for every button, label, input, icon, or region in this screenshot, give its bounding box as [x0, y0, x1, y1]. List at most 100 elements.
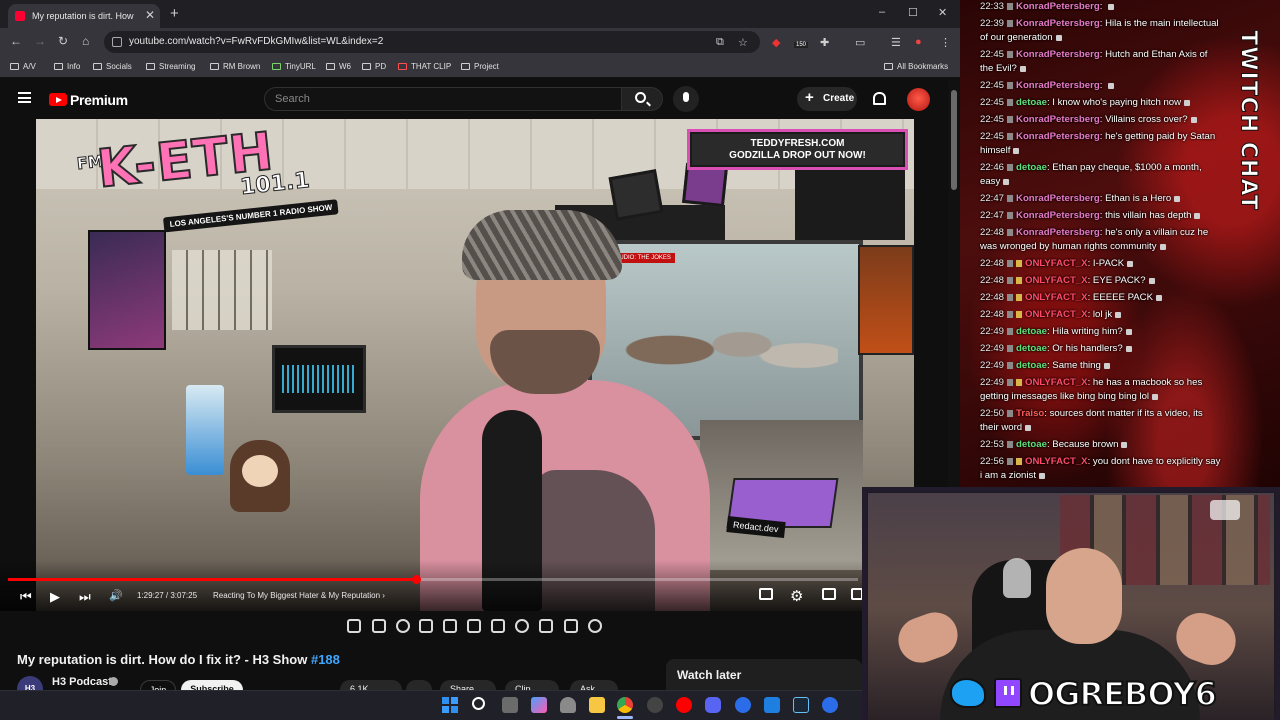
steam-icon[interactable]	[793, 697, 809, 713]
captions-icon[interactable]	[759, 588, 773, 600]
taskbar-search-icon[interactable]	[472, 697, 485, 710]
address-bar[interactable]: youtube.com/watch?v=FwRvFDkGMIw&list=WL&…	[104, 31, 760, 53]
chat-username[interactable]: KonradPetersberg	[1016, 80, 1100, 91]
bookmark-that-clip[interactable]: THAT CLIP	[398, 62, 451, 71]
windows-start-icon[interactable]	[442, 697, 458, 713]
chrome-icon[interactable]	[617, 697, 633, 713]
new-tab-button[interactable]: +	[170, 5, 179, 22]
chat-username[interactable]: ONLYFACT_X	[1025, 292, 1088, 303]
app-icon[interactable]	[560, 697, 576, 713]
play-icon[interactable]: ▶	[50, 589, 60, 605]
maximize-button[interactable]: ☐	[908, 6, 918, 19]
chat-username[interactable]: detoae	[1016, 360, 1047, 371]
all-bookmarks[interactable]: All Bookmarks	[884, 62, 948, 71]
media-controls-icon[interactable]: ☰	[891, 36, 901, 49]
chat-username[interactable]: KonradPetersberg	[1016, 210, 1100, 221]
obs-icon[interactable]	[647, 697, 663, 713]
bookmark-folder-socials[interactable]: Socials	[93, 62, 132, 71]
chapter-title[interactable]: Reacting To My Biggest Hater & My Reputa…	[213, 591, 385, 600]
reload-button[interactable]: ↻	[58, 34, 68, 48]
channel-name[interactable]: H3 Podcast	[52, 676, 112, 688]
screenshot-icon[interactable]	[419, 619, 433, 633]
youtube-app-icon[interactable]	[676, 697, 692, 713]
chat-username[interactable]: KonradPetersberg	[1016, 227, 1100, 238]
copilot-icon[interactable]	[531, 697, 547, 713]
extensions-puzzle-icon[interactable]: ✚	[820, 36, 829, 49]
bookmark-folder-project[interactable]: Project	[461, 62, 499, 71]
cast-icon[interactable]: ⧉	[716, 36, 724, 49]
app-icon[interactable]	[764, 697, 780, 713]
forward-button[interactable]: →	[34, 34, 46, 48]
previous-icon[interactable]: ⏮	[20, 589, 32, 605]
youtube-premium-label[interactable]: Premium	[70, 92, 128, 108]
scrollbar-thumb[interactable]	[951, 90, 957, 190]
chat-username[interactable]: KonradPetersberg	[1016, 18, 1100, 29]
bookmark-folder-av[interactable]: A/V	[10, 62, 36, 71]
camera-icon[interactable]	[564, 619, 578, 633]
chat-username[interactable]: KonradPetersberg	[1016, 114, 1100, 125]
tab-search-icon[interactable]: ▭	[855, 36, 865, 49]
task-view-icon[interactable]	[502, 697, 518, 713]
bookmark-folder-info[interactable]: Info	[54, 62, 80, 71]
chat-username[interactable]: ONLYFACT_X	[1025, 309, 1088, 320]
search-input[interactable]: Search	[264, 87, 622, 111]
loop-icon[interactable]	[347, 619, 361, 633]
settings-gear-icon[interactable]: ⚙	[790, 587, 803, 605]
chat-username[interactable]: detoae	[1016, 326, 1047, 337]
chat-username[interactable]: KonradPetersberg	[1016, 1, 1100, 12]
discord-icon[interactable]	[705, 697, 721, 713]
twitch-icon	[994, 678, 1022, 708]
bookmark-rm-brown[interactable]: RM Brown	[210, 62, 260, 71]
youtube-logo-icon[interactable]	[49, 93, 67, 106]
picture-in-picture-icon[interactable]	[467, 619, 481, 633]
bookmark-star-icon[interactable]: ☆	[738, 36, 748, 49]
browser-tab[interactable]: My reputation is dirt. How ✕	[8, 4, 160, 28]
chat-username[interactable]: KonradPetersberg	[1016, 131, 1100, 142]
close-window-button[interactable]: ✕	[938, 6, 947, 19]
chat-username[interactable]: KonradPetersberg	[1016, 193, 1100, 204]
chat-username[interactable]: detoae	[1016, 97, 1047, 108]
browser-menu-icon[interactable]: ⋮	[940, 36, 951, 49]
minimize-button[interactable]: –	[879, 6, 885, 18]
extension-badge[interactable]: 150	[794, 42, 809, 48]
edge-dev-icon[interactable]	[822, 697, 838, 713]
account-avatar[interactable]	[907, 88, 930, 111]
bookmark-tinyurl[interactable]: TinyURL	[272, 62, 316, 71]
chat-username[interactable]: ONLYFACT_X	[1025, 456, 1088, 467]
bookmark-folder-streaming[interactable]: Streaming	[146, 62, 195, 71]
active-app-indicator	[617, 716, 633, 719]
settings-gear-icon[interactable]	[588, 619, 602, 633]
add-icon[interactable]	[539, 619, 553, 633]
ublock-extension-icon[interactable]: ◆	[772, 36, 780, 49]
speed-icon[interactable]	[515, 619, 529, 633]
profile-avatar-icon[interactable]: ●	[915, 36, 922, 48]
home-button[interactable]: ⌂	[82, 34, 89, 48]
chat-username[interactable]: detoae	[1016, 439, 1047, 450]
bookmark-pd[interactable]: PD	[362, 62, 386, 71]
episode-hashtag[interactable]: #188	[311, 652, 340, 667]
next-icon[interactable]: ⏭	[79, 589, 91, 605]
chat-username[interactable]: ONLYFACT_X	[1025, 377, 1088, 388]
volume-icon[interactable]: 🔊	[109, 589, 123, 602]
back-button[interactable]: ←	[10, 34, 22, 48]
cinema-mode-icon[interactable]	[443, 619, 457, 633]
hamburger-menu-icon[interactable]	[18, 92, 31, 103]
watch-later-panel[interactable]: Watch later	[666, 659, 862, 690]
edge-icon[interactable]	[735, 697, 751, 713]
crop-icon[interactable]	[491, 619, 505, 633]
audio-only-icon[interactable]	[396, 619, 410, 633]
chat-username[interactable]: ONLYFACT_X	[1025, 275, 1088, 286]
chat-username[interactable]: Traiso	[1016, 408, 1044, 419]
chat-username[interactable]: detoae	[1016, 343, 1047, 354]
chat-username[interactable]: detoae	[1016, 162, 1047, 173]
site-info-icon[interactable]	[112, 37, 122, 47]
scrubber-handle[interactable]	[412, 575, 421, 584]
close-tab-icon[interactable]: ✕	[145, 8, 155, 22]
file-explorer-icon[interactable]	[589, 697, 605, 713]
chat-username[interactable]: ONLYFACT_X	[1025, 258, 1088, 269]
sort-icon[interactable]	[372, 619, 386, 633]
bookmark-w6[interactable]: W6	[326, 62, 351, 71]
notifications-bell-icon[interactable]	[873, 92, 886, 105]
chat-username[interactable]: KonradPetersberg	[1016, 49, 1100, 60]
miniplayer-icon[interactable]	[822, 588, 836, 600]
